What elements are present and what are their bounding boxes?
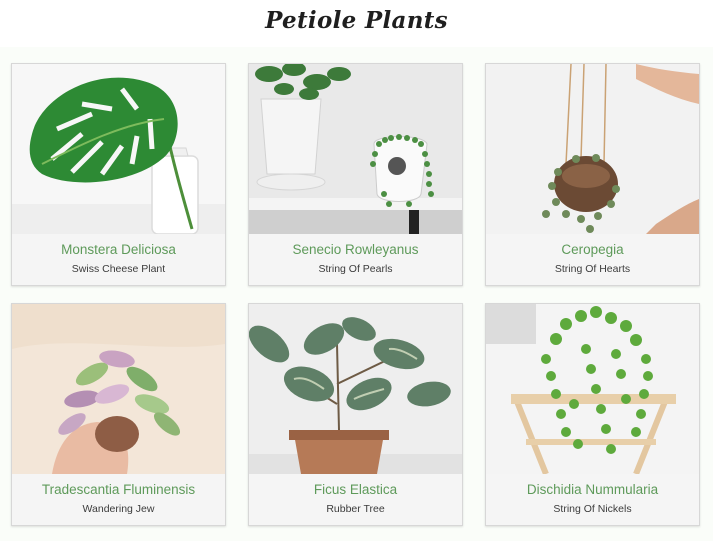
plant-common-name: String Of Pearls: [318, 263, 393, 275]
plant-name: Ficus Elastica: [313, 482, 398, 497]
tradescantia-photo[interactable]: [12, 304, 225, 474]
page-title: Petiole Plants: [265, 7, 448, 34]
plant-common-name: Swiss Cheese Plant: [71, 263, 166, 275]
plant-name: Tradescantia Fluminensis: [41, 482, 196, 497]
plant-card-ficus[interactable]: Ficus Elastica Rubber Tree: [248, 303, 463, 526]
plant-card-tradescantia[interactable]: Tradescantia Fluminensis Wandering Jew: [11, 303, 226, 526]
plant-name: Monstera Deliciosa: [61, 242, 176, 257]
plant-card-dischidia[interactable]: Dischidia Nummularia String Of Nickels: [485, 303, 700, 526]
plant-card-monstera[interactable]: Monstera Deliciosa Swiss Cheese Plant: [11, 63, 226, 286]
plant-card-ceropegia[interactable]: Ceropegia String Of Hearts: [485, 63, 700, 286]
plant-name: Dischidia Nummularia: [526, 482, 659, 497]
plant-grid: Monstera Deliciosa Swiss Cheese Plant Se…: [0, 47, 713, 541]
plant-common-name: String Of Nickels: [553, 503, 632, 515]
string-of-hearts-photo[interactable]: [486, 64, 699, 234]
plant-name: Ceropegia: [561, 242, 624, 257]
string-of-pearls-photo[interactable]: [249, 64, 462, 234]
plant-card-senecio[interactable]: Senecio Rowleyanus String Of Pearls: [248, 63, 463, 286]
rubber-tree-photo[interactable]: [249, 304, 462, 474]
plant-name: Senecio Rowleyanus: [292, 242, 419, 257]
string-of-nickels-photo[interactable]: [486, 304, 699, 474]
monstera-leaf-photo[interactable]: [12, 64, 225, 234]
header: Petiole Plants: [0, 0, 713, 47]
plant-common-name: String Of Hearts: [554, 263, 631, 275]
plant-common-name: Wandering Jew: [82, 503, 155, 515]
plant-common-name: Rubber Tree: [326, 503, 385, 515]
page: Petiole Plants Monstera Deliciosa Swiss …: [0, 0, 713, 541]
